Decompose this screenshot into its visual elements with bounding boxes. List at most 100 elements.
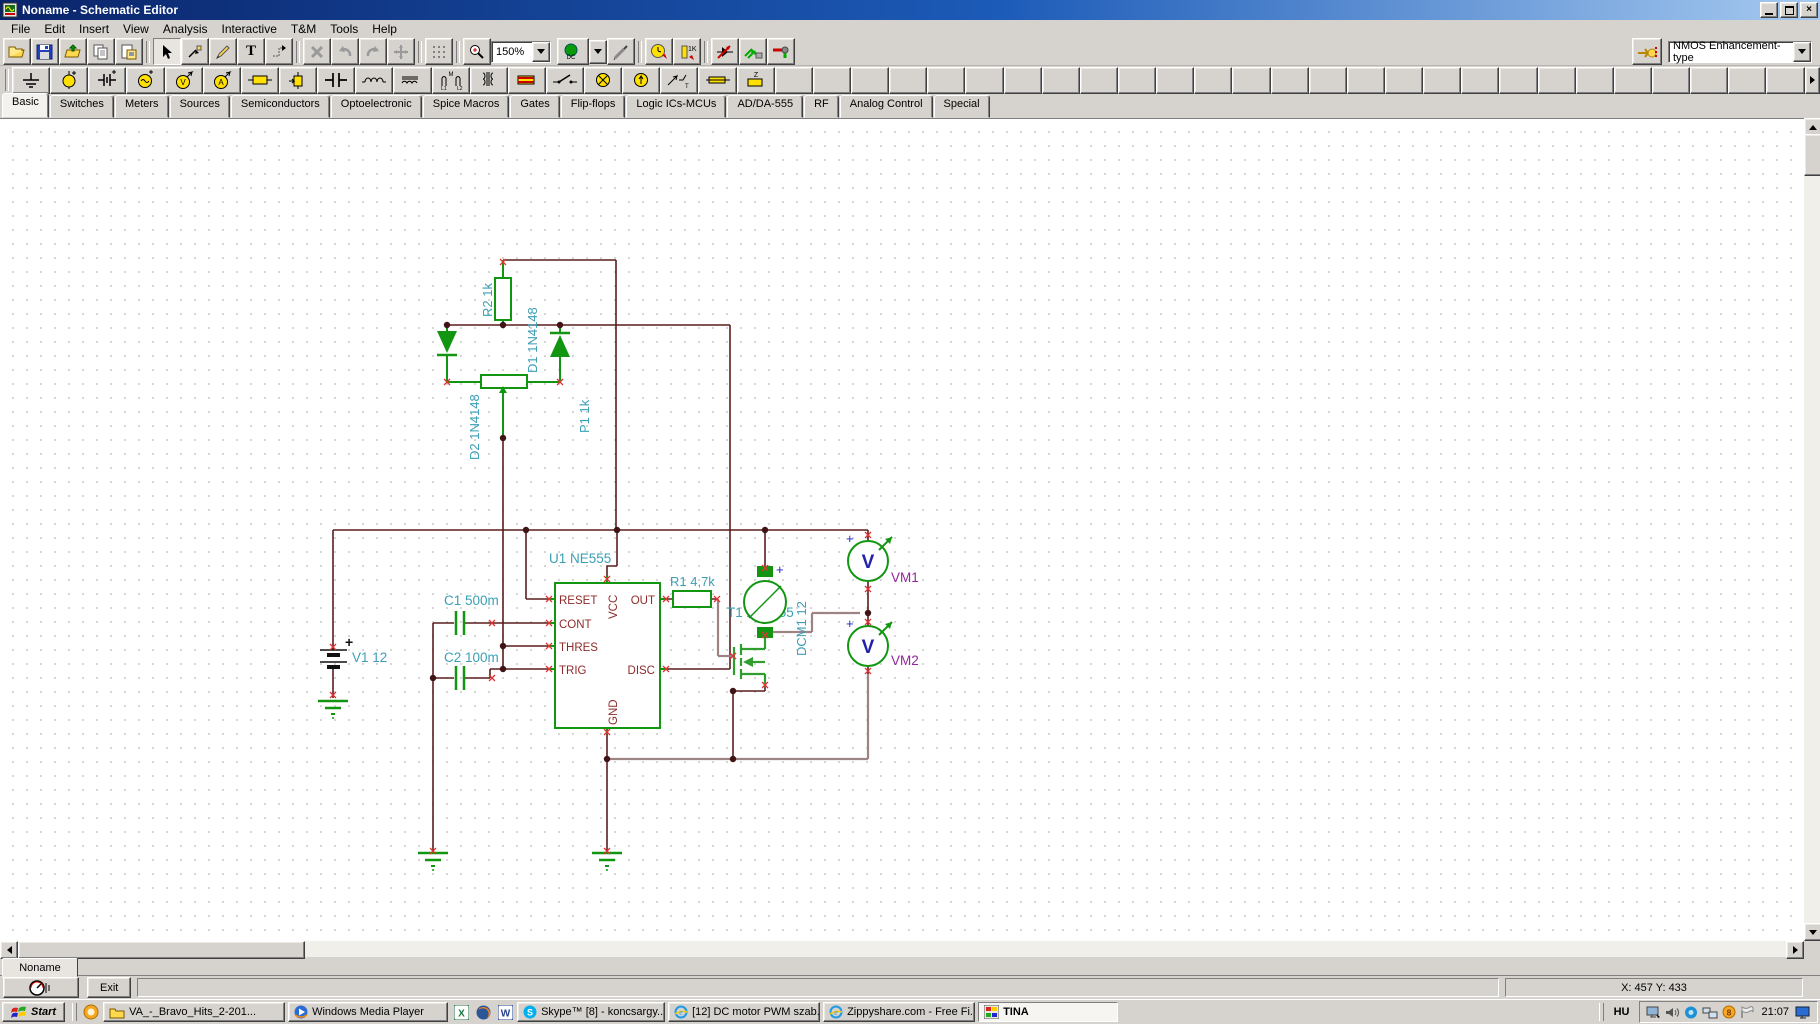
move-button-disabled[interactable] (387, 38, 415, 65)
quicklaunch-word-icon[interactable]: W (495, 1002, 515, 1022)
volume-tray-icon[interactable] (1665, 1006, 1680, 1019)
quicklaunch-tinati-icon[interactable] (81, 1002, 101, 1022)
open-macro-button[interactable] (59, 38, 87, 65)
tab-ad-da-555[interactable]: AD/DA-555 (727, 95, 804, 118)
find-component-hand-button[interactable] (1632, 38, 1662, 65)
tab-gates[interactable]: Gates (510, 95, 560, 118)
open-button[interactable] (3, 38, 31, 65)
component-motor[interactable]: + DCM1 12 (743, 562, 809, 656)
component-v1[interactable]: + V1 12 (320, 634, 387, 670)
text-tool-button[interactable]: T (237, 38, 265, 65)
component-vm2[interactable]: V + VM2 (846, 616, 919, 668)
tray-clock[interactable]: 21:07 (1757, 1006, 1793, 1018)
tab-optoelectronic[interactable]: Optoelectronic (330, 95, 422, 118)
horizontal-scrollbar[interactable] (0, 941, 1804, 959)
quicklaunch-excel-icon[interactable]: X (451, 1002, 471, 1022)
component-c1[interactable]: C1 500m (444, 593, 499, 635)
component-ferrite-inductor-button[interactable] (393, 66, 432, 94)
display-settings-tray-icon[interactable] (1646, 1006, 1661, 1019)
language-indicator[interactable]: HU (1608, 1006, 1636, 1018)
component-d2[interactable]: D2 1N4148 (437, 325, 482, 460)
menu-edit[interactable]: Edit (37, 20, 72, 38)
component-r1[interactable]: R1 4,7k (670, 574, 715, 608)
component-transformer-button[interactable] (469, 66, 508, 94)
zoom-level-dropdown-arrow[interactable] (532, 41, 550, 62)
component-switch-button[interactable] (545, 66, 585, 94)
grid-toggle-button[interactable] (425, 38, 453, 65)
tab-meters[interactable]: Meters (114, 95, 169, 118)
component-voltage-generator-button[interactable] (126, 66, 165, 94)
tab-logic-ics-mcus[interactable]: Logic ICs-MCUs (626, 95, 727, 118)
close-button[interactable]: × (1800, 2, 1818, 18)
component-toolbar-overflow-chevron[interactable] (1804, 66, 1820, 94)
interactive-mode-button[interactable] (3, 977, 79, 998)
restore-button[interactable] (1780, 2, 1798, 18)
component-vm1[interactable]: V + VM1 (846, 531, 919, 585)
undo-button-disabled[interactable] (331, 38, 359, 65)
component-voltage-source-button[interactable] (50, 66, 89, 94)
network-tray-icon[interactable] (1702, 1006, 1718, 1019)
ground-symbol[interactable] (416, 851, 450, 873)
tab-spice-macros[interactable]: Spice Macros (422, 95, 510, 118)
tab-switches[interactable]: Switches (49, 95, 114, 118)
wire-check-button[interactable] (739, 38, 767, 65)
vertical-scroll-thumb[interactable] (1804, 134, 1820, 176)
delete-button-disabled[interactable] (303, 38, 331, 65)
component-potentiometer-button[interactable] (278, 66, 318, 94)
pencil-tool-button[interactable] (209, 38, 237, 65)
component-impedance-button[interactable]: Z (736, 66, 775, 94)
tab-sources[interactable]: Sources (169, 95, 230, 118)
tab-rf[interactable]: RF (804, 95, 839, 118)
component-current-source-button[interactable] (622, 66, 661, 94)
component-resistor-button[interactable] (240, 66, 279, 94)
ground-symbol[interactable] (590, 851, 624, 873)
component-family-combobox[interactable]: NMOS Enhancement-type (1668, 40, 1812, 64)
zoom-level-combobox[interactable]: 150% (491, 40, 551, 63)
menu-view[interactable]: View (116, 20, 156, 38)
component-inductor-button[interactable] (355, 66, 394, 94)
copy-button[interactable] (87, 38, 115, 65)
menu-interactive[interactable]: Interactive (215, 20, 284, 38)
tab-semiconductors[interactable]: Semiconductors (230, 95, 330, 118)
component-coupled-inductors-button[interactable]: M L1 L2 (431, 66, 470, 94)
component-relay-button[interactable] (507, 66, 546, 94)
component-d1[interactable]: D1 1N4148 (525, 307, 570, 383)
wire-tool-button[interactable] (265, 38, 293, 65)
probe-pen-button[interactable] (607, 38, 635, 65)
taskbar-button-ie-dcmotor[interactable]: e [12] DC motor PWM szab... (668, 1002, 821, 1022)
component-test-button[interactable] (711, 38, 739, 65)
tab-special[interactable]: Special (933, 95, 990, 118)
exit-button[interactable]: Exit (87, 977, 132, 998)
probe-node-button[interactable] (767, 38, 795, 65)
component-ground-button[interactable] (11, 66, 51, 94)
component-r2[interactable]: R2 1k (480, 260, 512, 325)
taskbar-button-explorer[interactable]: VA_-_Bravo_Hits_2-201... (103, 1002, 286, 1022)
ground-symbol[interactable] (316, 699, 350, 721)
redo-button-disabled[interactable] (359, 38, 387, 65)
menu-file[interactable]: File (4, 20, 37, 38)
taskbar-button-wmp[interactable]: Windows Media Player (288, 1002, 449, 1022)
windows-update-tray-icon[interactable]: 8 (1722, 1005, 1736, 1019)
component-voltmeter-button[interactable]: V (164, 66, 203, 94)
component-fuse-button[interactable] (698, 66, 737, 94)
start-button[interactable]: Start (2, 1002, 66, 1022)
taskbar-button-skype[interactable]: S Skype™ [8] - koncsargy... (517, 1002, 666, 1022)
menu-analysis[interactable]: Analysis (156, 20, 215, 38)
app-icon[interactable] (2, 2, 18, 18)
tab-flip-flops[interactable]: Flip-flops (560, 95, 626, 118)
component-family-dropdown-arrow[interactable] (1793, 41, 1811, 62)
component-controlled-source-button[interactable]: T (660, 66, 699, 94)
tab-analog-control[interactable]: Analog Control (839, 95, 933, 118)
messenger-tray-icon[interactable] (1684, 1006, 1698, 1019)
component-lamp-button[interactable] (584, 66, 623, 94)
menu-tm[interactable]: T&M (284, 20, 323, 38)
component-capacitor-button[interactable] (317, 66, 356, 94)
schematic-canvas[interactable]: R2 1k D2 1N4148 D1 1N4148 P1 1k U1 NE555… (0, 118, 1804, 941)
menu-help[interactable]: Help (365, 20, 404, 38)
interactive-meter-button[interactable] (645, 38, 673, 65)
scroll-down-button[interactable] (1804, 923, 1820, 941)
battery-1k-button[interactable]: 1K (673, 38, 701, 65)
menu-tools[interactable]: Tools (323, 20, 365, 38)
save-button[interactable] (31, 38, 59, 65)
zoom-tool-button[interactable] (463, 38, 491, 65)
